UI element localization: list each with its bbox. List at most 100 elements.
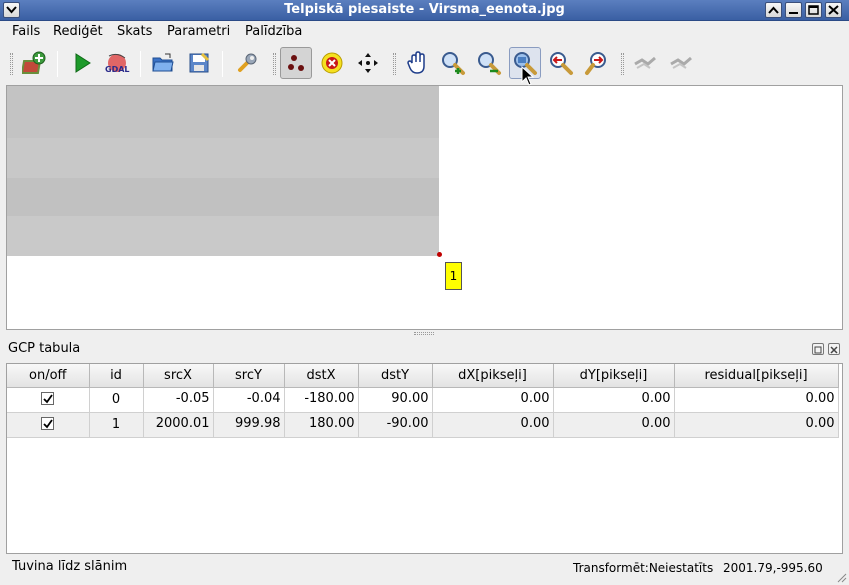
row-dy: 0.00 <box>553 387 675 413</box>
shade-button[interactable] <box>765 2 782 18</box>
start-georeferencing-icon <box>75 53 91 73</box>
row-id: 1 <box>89 412 144 438</box>
dock-close-button[interactable] <box>828 343 840 355</box>
row-dstx[interactable]: 180.00 <box>284 412 359 438</box>
zoom-next-button[interactable] <box>581 47 613 79</box>
menu-bar: Fails Rediģēt Skats Parametri Palīdzība <box>0 21 849 43</box>
menu-help[interactable]: Palīdzība <box>245 24 302 39</box>
zoom-out-button[interactable] <box>473 47 505 79</box>
link-qgis-button <box>665 47 697 79</box>
delete-point-button[interactable] <box>316 47 348 79</box>
col-header-srcx[interactable]: srcX <box>143 364 214 388</box>
open-raster-button[interactable] <box>19 47 51 79</box>
maximize-icon <box>808 5 819 15</box>
toolbar: GDAL <box>0 43 849 85</box>
dock-splitter[interactable] <box>0 330 849 337</box>
menu-edit[interactable]: Rediģēt <box>53 24 103 39</box>
row-enabled-checkbox[interactable] <box>41 392 55 405</box>
resize-grip-icon[interactable] <box>835 571 847 583</box>
close-button[interactable] <box>825 2 842 18</box>
row-srcx[interactable]: -0.05 <box>143 387 214 413</box>
window-title: Telpiskā piesaiste - Virsma_eenota.jpg <box>284 2 565 17</box>
toolbar-separator <box>222 51 223 77</box>
gcp-table[interactable]: on/off id srcX srcY dstX dstY dX[pikseļi… <box>6 363 843 554</box>
toolbar-grip[interactable] <box>393 53 396 75</box>
move-point-icon <box>358 53 378 73</box>
mouse-cursor-icon <box>521 66 535 86</box>
float-icon <box>814 346 822 354</box>
zoom-in-icon <box>442 52 465 75</box>
open-raster-icon <box>22 51 46 74</box>
status-message: Tuvina līdz slānim <box>12 559 128 574</box>
toolbar-grip[interactable] <box>10 53 13 75</box>
toolbar-grip[interactable] <box>273 53 276 75</box>
status-coordinates: 2001.79,-995.60 <box>723 561 823 575</box>
splitter-grip[interactable] <box>414 332 434 335</box>
gcp-point-marker[interactable] <box>437 252 442 257</box>
row-dx: 0.00 <box>432 387 554 413</box>
row-srcy[interactable]: -0.04 <box>213 387 285 413</box>
zoom-last-icon <box>550 52 573 75</box>
maximize-button[interactable] <box>805 2 822 18</box>
col-header-dx[interactable]: dX[pikseļi] <box>432 364 554 388</box>
add-point-icon <box>288 55 304 71</box>
checkmark-icon <box>43 419 53 429</box>
col-header-dy[interactable]: dY[pikseļi] <box>553 364 675 388</box>
col-header-srcy[interactable]: srcY <box>213 364 285 388</box>
zoom-out-icon <box>478 52 501 75</box>
row-srcx[interactable]: 2000.01 <box>143 412 214 438</box>
col-header-id[interactable]: id <box>89 364 144 388</box>
table-header-row: on/off id srcX srcY dstX dstY dX[pikseļi… <box>7 364 839 388</box>
load-gcp-button[interactable] <box>147 47 179 79</box>
raster-image <box>7 86 439 256</box>
zoom-next-icon <box>585 52 606 75</box>
link-georeferencer-button <box>629 47 661 79</box>
row-dstx[interactable]: -180.00 <box>284 387 359 413</box>
table-row[interactable]: 1 2000.01 999.98 180.00 -90.00 0.00 0.00… <box>7 412 839 438</box>
zoom-in-button[interactable] <box>437 47 469 79</box>
link-georeferencer-icon <box>634 56 656 69</box>
toolbar-separator <box>57 51 58 77</box>
add-point-button[interactable] <box>280 47 312 79</box>
row-dsty[interactable]: -90.00 <box>358 412 433 438</box>
row-dsty[interactable]: 90.00 <box>358 387 433 413</box>
checkmark-icon <box>43 394 53 404</box>
pan-button[interactable] <box>401 47 433 79</box>
row-residual: 0.00 <box>674 412 839 438</box>
gdal-script-button[interactable]: GDAL <box>101 47 133 79</box>
minimize-button[interactable] <box>785 2 802 18</box>
row-id: 0 <box>89 387 144 413</box>
save-gcp-icon <box>189 52 210 73</box>
zoom-last-button[interactable] <box>545 47 577 79</box>
col-header-dstx[interactable]: dstX <box>284 364 359 388</box>
row-enabled-cell[interactable] <box>7 387 90 413</box>
table-row[interactable]: 0 -0.05 -0.04 -180.00 90.00 0.00 0.00 0.… <box>7 387 839 413</box>
toolbar-grip[interactable] <box>621 53 624 75</box>
row-enabled-checkbox[interactable] <box>41 417 55 430</box>
pan-icon <box>407 51 425 74</box>
row-dx: 0.00 <box>432 412 554 438</box>
save-gcp-button[interactable] <box>183 47 215 79</box>
row-residual: 0.00 <box>674 387 839 413</box>
settings-button[interactable] <box>231 47 263 79</box>
col-header-dsty[interactable]: dstY <box>358 364 433 388</box>
row-enabled-cell[interactable] <box>7 412 90 438</box>
menu-view[interactable]: Skats <box>117 24 152 39</box>
gdal-script-icon: GDAL <box>105 53 130 74</box>
move-point-button[interactable] <box>352 47 384 79</box>
col-header-onoff[interactable]: on/off <box>7 364 90 388</box>
minimize-icon <box>789 12 798 14</box>
menu-file[interactable]: Fails <box>12 24 40 39</box>
load-gcp-icon <box>152 53 174 72</box>
wrench-icon <box>238 53 257 72</box>
col-header-residual[interactable]: residual[pikseļi] <box>674 364 839 388</box>
row-srcy[interactable]: 999.98 <box>213 412 285 438</box>
start-georeferencing-button[interactable] <box>66 47 98 79</box>
toolbar-separator <box>140 51 141 77</box>
link-qgis-icon <box>670 56 692 69</box>
menu-settings[interactable]: Parametri <box>167 24 230 39</box>
dock-float-button[interactable] <box>812 343 824 355</box>
map-canvas[interactable]: 1 <box>6 85 843 330</box>
gcp-point-label: 1 <box>445 262 462 290</box>
svg-text:GDAL: GDAL <box>105 65 130 74</box>
